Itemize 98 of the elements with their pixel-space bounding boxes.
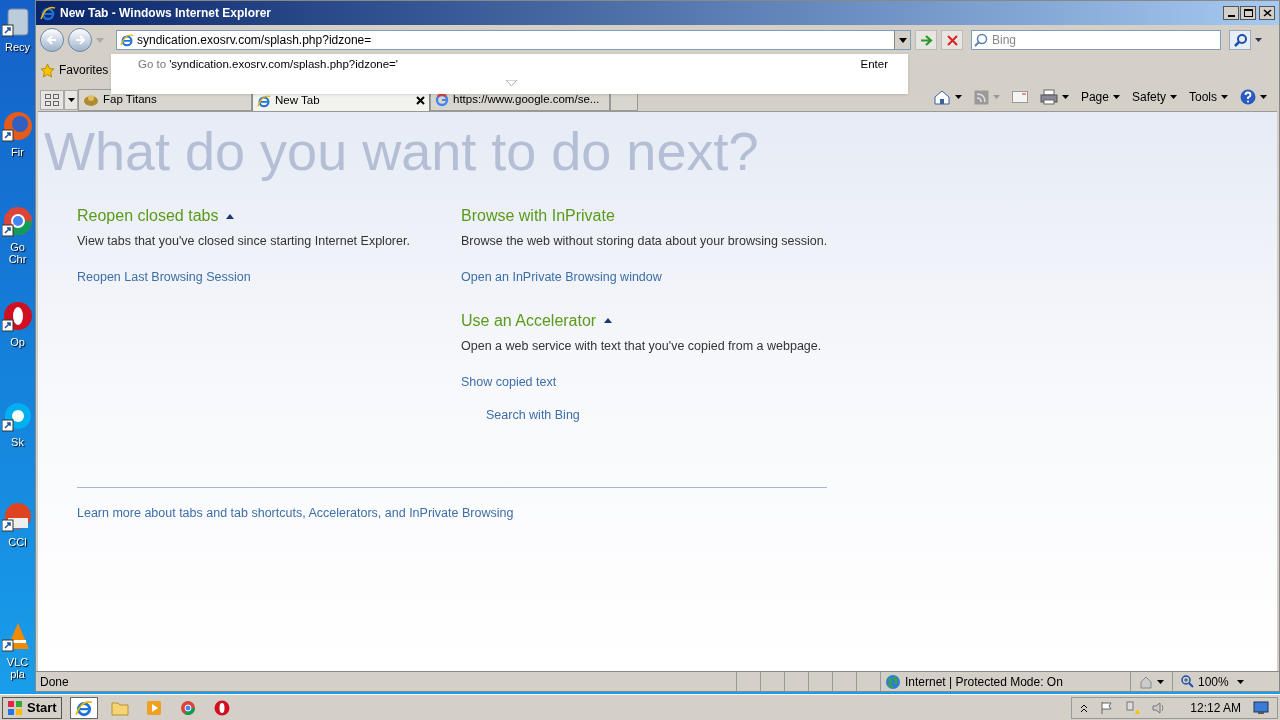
desktop-icon[interactable]: VLC pla	[0, 620, 35, 680]
google-g-icon	[435, 93, 449, 107]
feed-icon	[973, 89, 989, 105]
caret-icon	[67, 98, 75, 102]
forward-arrow-icon	[74, 34, 86, 46]
desktop-icon[interactable]: Fir	[0, 110, 35, 158]
help-button[interactable]	[1240, 89, 1267, 105]
stop-button[interactable]	[941, 30, 963, 50]
home-button[interactable]	[932, 89, 962, 105]
home-icon	[932, 89, 951, 105]
suggestion-label: Go to	[138, 57, 167, 73]
shortcut-icon	[1, 205, 34, 237]
address-field[interactable]: syndication.exosrv.com/splash.php?idzone=	[116, 30, 911, 50]
print-button[interactable]	[1039, 89, 1069, 105]
command-menu[interactable]: Safety	[1131, 88, 1177, 106]
search-icon	[974, 33, 988, 47]
dropdown-arrow-icon[interactable]	[1255, 38, 1262, 42]
section-description: Open a web service with text that you've copied from a webpage.	[461, 337, 823, 355]
collapse-caret-icon[interactable]	[226, 213, 235, 219]
show-desktop-icon[interactable]	[1253, 700, 1269, 715]
section-link[interactable]: Open an InPrivate Browsing window	[461, 268, 662, 287]
stop-icon	[946, 34, 958, 46]
search-field[interactable]: Bing	[971, 30, 1221, 50]
caret-icon	[1221, 95, 1228, 99]
section-link[interactable]: Search with Bing	[486, 405, 580, 425]
caret-icon	[1112, 95, 1120, 99]
window-title: New Tab - Windows Internet Explorer	[60, 5, 273, 22]
opera-icon	[213, 699, 230, 716]
suggestion-link[interactable]: 'syndication.exosrv.com/splash.php?idzone='	[169, 56, 861, 74]
start-button[interactable]: Start	[2, 696, 62, 719]
caret-icon	[1157, 679, 1164, 684]
chrome-icon	[179, 699, 196, 716]
browser-logo-icon	[120, 33, 134, 47]
desktop-icon[interactable]: CCl	[0, 500, 35, 548]
forward-button[interactable]	[68, 28, 92, 52]
shortcut-icon	[1, 400, 34, 432]
globe-icon	[885, 673, 901, 690]
caret-icon	[1170, 95, 1177, 99]
command-menu[interactable]: Page	[1080, 88, 1120, 106]
mail-icon[interactable]	[1011, 91, 1028, 103]
close-icon	[1262, 9, 1272, 17]
taskbar-app-button[interactable]	[69, 696, 98, 719]
favorites-button[interactable]: Favorites	[40, 61, 109, 79]
windows-logo-icon	[7, 699, 23, 716]
star-icon	[40, 62, 55, 78]
shortcut-icon	[1, 500, 34, 532]
desktop-icon[interactable]: Sk	[0, 400, 35, 448]
caret-icon	[1237, 679, 1244, 684]
desktop-icon[interactable]: Recy	[0, 5, 35, 53]
go-button[interactable]	[915, 30, 937, 50]
back-button[interactable]	[40, 28, 64, 52]
caret-icon	[1061, 95, 1069, 99]
caret-icon	[954, 95, 962, 99]
flag-icon[interactable]	[1100, 700, 1115, 715]
minimize-button[interactable]	[1223, 6, 1239, 20]
folder-icon	[110, 699, 129, 716]
tab-list-button[interactable]	[64, 90, 78, 110]
close-button[interactable]	[1259, 6, 1275, 20]
close-tab-icon[interactable]	[416, 96, 425, 105]
section-heading: Browse with InPrivate	[461, 206, 615, 226]
house-icon	[1139, 674, 1153, 689]
section-heading: Use an Accelerator	[461, 310, 597, 331]
learn-more-link[interactable]: Learn more about tabs and tab shortcuts, Accelerators, and InPrivate Browsing	[77, 504, 514, 523]
desktop-icon[interactable]: Op	[0, 300, 35, 348]
emblem-icon	[83, 93, 99, 107]
browser-logo-icon	[257, 93, 271, 108]
enter-hint: Enter	[860, 57, 888, 73]
quick-tabs-button[interactable]	[40, 90, 64, 110]
section-description: Browse the web without storing data about your browsing session.	[461, 233, 829, 250]
collapse-caret-icon[interactable]	[604, 318, 613, 324]
zoom-button[interactable]: 100%	[1172, 672, 1252, 691]
section-heading: Reopen closed tabs	[77, 206, 219, 226]
browser-logo-icon	[74, 698, 93, 717]
grid-icon	[45, 94, 59, 106]
section-link[interactable]: Reopen Last Browsing Session	[77, 268, 251, 287]
go-arrow-icon	[919, 34, 933, 46]
command-menu[interactable]: Tools	[1189, 88, 1228, 106]
desktop-icon[interactable]: Go Chr	[0, 205, 35, 265]
printer-icon	[1039, 89, 1058, 105]
maximize-button[interactable]	[1240, 6, 1256, 20]
search-icon	[1233, 33, 1247, 47]
play-icon	[145, 699, 162, 716]
clock: 12:12 AM	[1190, 699, 1241, 717]
show-hidden-icons-icon[interactable]	[1080, 702, 1089, 713]
back-arrow-icon	[46, 34, 58, 46]
zoom-icon	[1181, 675, 1194, 688]
caret-icon	[992, 95, 1000, 99]
search-button[interactable]	[1229, 30, 1251, 50]
browser-logo-icon	[40, 5, 56, 21]
status-text: Done	[39, 673, 70, 691]
caret-icon	[1260, 95, 1267, 99]
shortcut-icon	[1, 300, 34, 332]
dropdown-arrow-icon[interactable]	[898, 37, 907, 43]
security-zone-text: Internet | Protected Mode: On	[905, 673, 1063, 691]
shortcut-icon	[1, 110, 34, 142]
help-icon	[1240, 89, 1256, 105]
section-description: View tabs that you've closed since starting Internet Explorer.	[77, 233, 411, 250]
section-link[interactable]: Show copied text	[461, 372, 557, 392]
